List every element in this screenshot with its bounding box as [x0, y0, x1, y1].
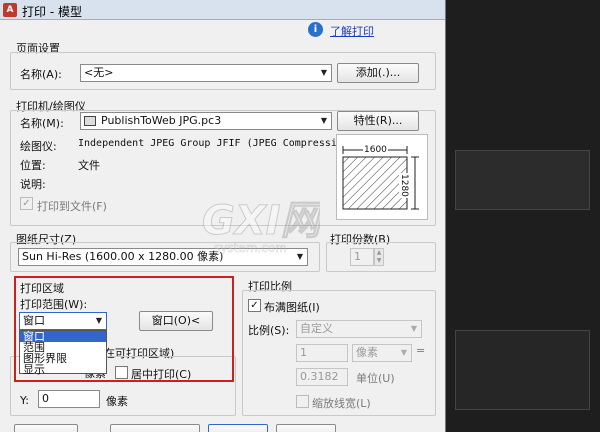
background-panel — [455, 150, 590, 210]
chevron-down-icon: ▼ — [320, 116, 327, 125]
scale-value2-input[interactable]: 0.3182 — [296, 368, 348, 386]
paper-preview: 1600 1280 — [336, 134, 428, 220]
plotter-label: 绘图仪: — [20, 140, 57, 153]
fit-to-paper-checkbox[interactable]: ✓ — [248, 299, 261, 312]
chevron-down-icon: ▼ — [410, 324, 417, 333]
offset-y-unit: 像素 — [106, 395, 128, 408]
printer-properties-button[interactable]: 特性(R)... — [337, 111, 419, 131]
page-setup-name-label: 名称(A): — [20, 68, 62, 81]
window-title: 打印 - 模型 — [22, 5, 82, 19]
scale-equals-sign: = — [416, 344, 426, 357]
paper-size-value: Sun Hi-Res (1600.00 x 1280.00 像素) — [22, 250, 224, 263]
paper-width-label: 1600 — [363, 145, 388, 155]
paper-height-label: 1280 — [399, 173, 409, 198]
chevron-down-icon: ▼ — [400, 348, 407, 357]
scale-label: 比例(S): — [248, 324, 290, 337]
background-application-area — [445, 0, 600, 432]
copies-spinner[interactable]: ▲ ▼ — [374, 248, 384, 266]
scale-value1-input[interactable]: 1 — [296, 344, 348, 362]
title-bar[interactable]: A 打印 - 模型 — [0, 0, 445, 20]
plot-dialog: A 打印 - 模型 i 了解打印 页面设置 名称(A): <无> ▼ 添加(.)… — [0, 0, 446, 432]
offset-y-label: Y: — [20, 394, 29, 407]
location-label: 位置: — [20, 159, 46, 172]
printer-name-value: PublishToWeb JPG.pc3 — [101, 114, 222, 127]
background-panel — [455, 330, 590, 410]
scale-lineweights-label: 缩放线宽(L) — [312, 397, 371, 410]
printer-name-label: 名称(M): — [20, 117, 64, 130]
scale-unit2-label: 单位(U) — [356, 372, 395, 385]
page-setup-name-combo[interactable]: <无> ▼ — [80, 64, 332, 82]
plot-to-file-label: 打印到文件(F) — [37, 200, 107, 213]
printer-icon — [84, 116, 96, 126]
printer-name-combo[interactable]: PublishToWeb JPG.pc3 ▼ — [80, 112, 332, 130]
site-watermark-logo: GXI网 system.com — [200, 190, 328, 260]
apply-to-layout-button-partial[interactable] — [110, 424, 200, 432]
location-value: 文件 — [78, 159, 100, 172]
watermark-letters: GXI网 — [202, 198, 320, 244]
learn-plotting-link[interactable]: 了解打印 — [330, 23, 374, 39]
scale-combo[interactable]: 自定义 ▼ — [296, 320, 422, 338]
chevron-down-icon: ▼ — [320, 68, 327, 77]
scale-unit1-combo[interactable]: 像素 ▼ — [352, 344, 412, 362]
offset-y-input[interactable]: 0 — [38, 390, 100, 408]
plot-to-file-checkbox[interactable]: ✓ — [20, 197, 33, 210]
info-icon[interactable]: i — [308, 22, 323, 37]
add-page-setup-button[interactable]: 添加(.)... — [337, 63, 419, 83]
ok-button-partial[interactable] — [208, 424, 268, 432]
scale-lineweights-checkbox[interactable] — [296, 395, 309, 408]
watermark-graphic: GXI网 system.com — [202, 198, 328, 256]
scale-unit1-value: 像素 — [356, 346, 378, 359]
cancel-button-partial[interactable] — [276, 424, 336, 432]
fit-to-paper-label: 布满图纸(I) — [264, 301, 320, 314]
plotter-value: Independent JPEG Group JFIF (JPEG Compre… — [78, 138, 355, 149]
autocad-app-icon: A — [3, 3, 17, 17]
apply-layout-button-partial[interactable] — [14, 424, 78, 432]
page-setup-name-value: <无> — [84, 66, 114, 79]
scale-value: 自定义 — [300, 322, 333, 335]
watermark-sub: system.com — [214, 241, 287, 255]
plot-area-highlight — [14, 276, 234, 382]
copies-input[interactable]: 1 — [350, 248, 374, 266]
description-label: 说明: — [20, 178, 46, 191]
